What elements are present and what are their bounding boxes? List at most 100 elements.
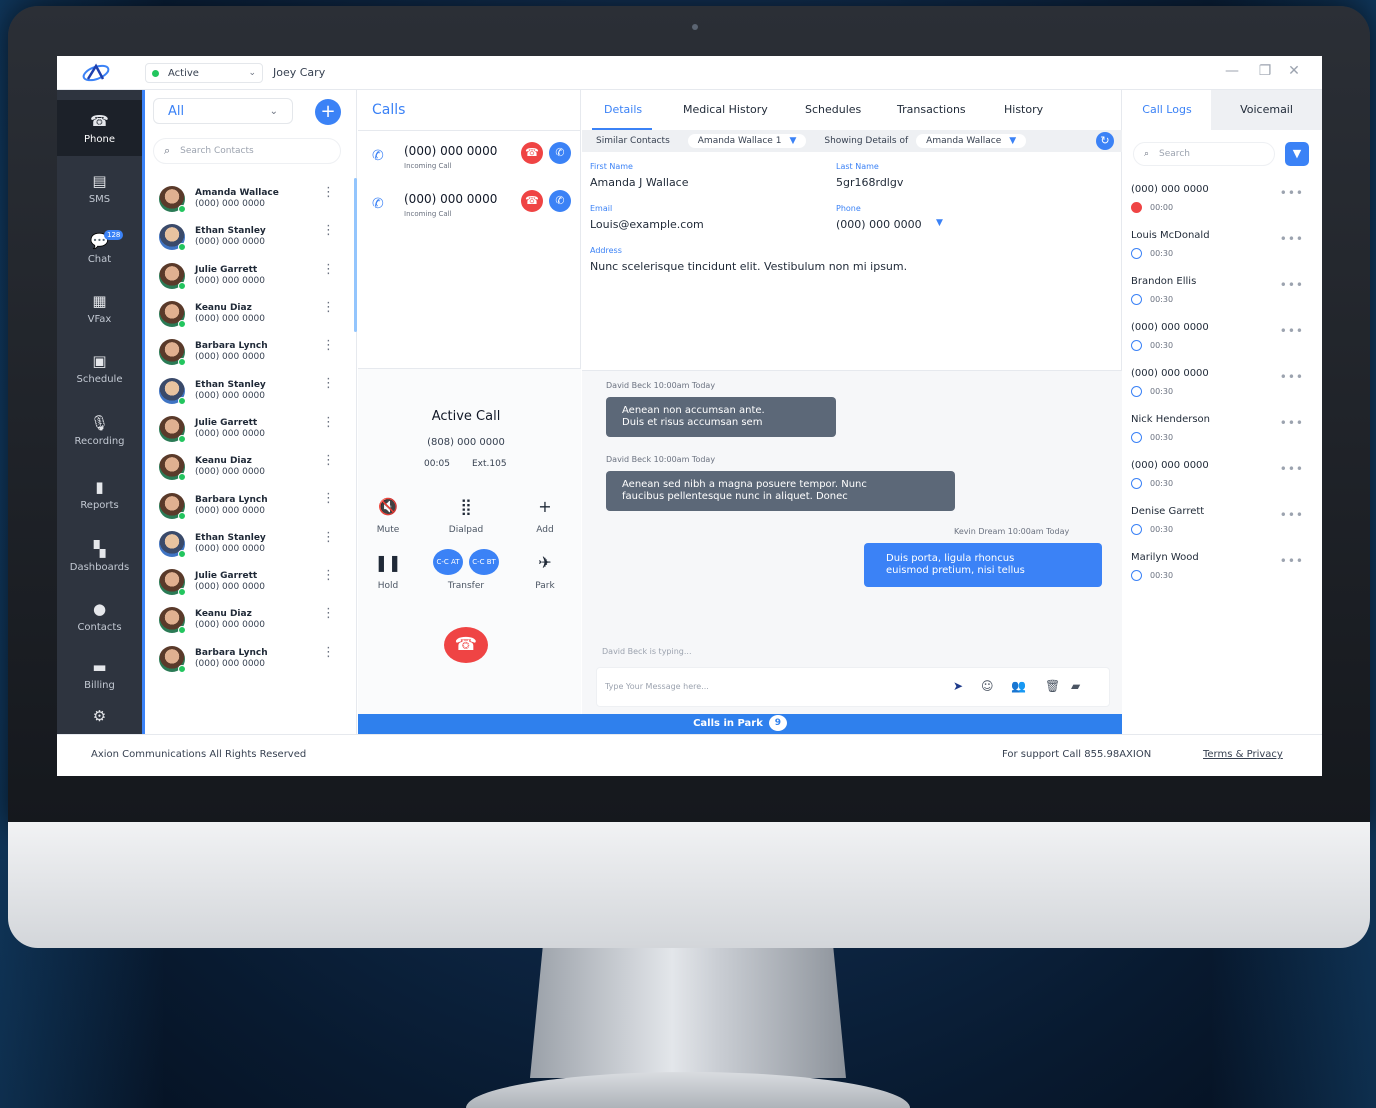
more-options-icon[interactable]: ••• <box>1280 508 1304 522</box>
minimize-button[interactable]: — <box>1222 63 1242 79</box>
attended-transfer-button[interactable]: C-C AT <box>433 549 463 575</box>
call-log-item[interactable]: (000) 000 0000 00:30 ••• <box>1123 364 1322 410</box>
park-button[interactable]: ✈ Park <box>515 553 575 591</box>
more-options-icon[interactable]: ⋮ <box>322 224 335 237</box>
more-options-icon[interactable]: ⋮ <box>322 454 335 467</box>
nav-item-sms[interactable]: ▤ SMS <box>57 160 142 216</box>
contact-row[interactable]: Ethan Stanley (000) 000 0000 ⋮ <box>145 371 357 409</box>
call-log-item[interactable]: Denise Garrett 00:30 ••• <box>1123 502 1322 548</box>
contact-filter-select[interactable]: All ⌄ <box>153 98 293 124</box>
nav-item-dashboards[interactable]: ▚ Dashboards <box>57 528 142 584</box>
more-options-icon[interactable]: ⋮ <box>322 339 335 352</box>
decline-call-button[interactable]: ☎ <box>521 142 543 164</box>
contact-row[interactable]: Keanu Diaz (000) 000 0000 ⋮ <box>145 601 357 639</box>
more-options-icon[interactable]: ⋮ <box>322 569 335 582</box>
more-options-icon[interactable]: ⋮ <box>322 186 335 199</box>
add-contact-button[interactable]: + <box>315 99 341 125</box>
contact-row[interactable]: Barbara Lynch (000) 000 0000 ⋮ <box>145 486 357 524</box>
nav-item-phone[interactable]: ☎ Phone <box>57 100 142 156</box>
more-options-icon[interactable]: ••• <box>1280 416 1304 430</box>
nav-item-schedule[interactable]: ▣ Schedule <box>57 340 142 396</box>
incoming-call-card[interactable]: ✆ (000) 000 0000 Incoming Call ☎ ✆ <box>358 134 581 182</box>
tab-details[interactable]: Details <box>604 103 642 116</box>
search-contacts-input[interactable]: ⌕ Search Contacts <box>153 138 341 164</box>
emoji-icon[interactable]: ☺ <box>981 679 994 693</box>
call-log-item[interactable]: Marilyn Wood 00:30 ••• <box>1123 548 1322 594</box>
contact-row[interactable]: Julie Garrett (000) 000 0000 ⋮ <box>145 563 357 601</box>
mute-button[interactable]: 🔇 Mute <box>358 497 418 535</box>
refresh-icon[interactable]: ↻ <box>1096 132 1114 150</box>
details-tabs: Details Medical History Schedules Transa… <box>582 90 1122 130</box>
more-options-icon[interactable]: ••• <box>1280 462 1304 476</box>
more-options-icon[interactable]: ⋮ <box>322 607 335 620</box>
message-composer[interactable]: Type Your Message here... ➤ ☺ 👥 🗑 ▰ <box>596 667 1110 707</box>
call-log-item[interactable]: Brandon Ellis 00:30 ••• <box>1123 272 1322 318</box>
more-options-icon[interactable]: ••• <box>1280 324 1304 338</box>
tab-medical-history[interactable]: Medical History <box>683 103 768 116</box>
call-log-item[interactable]: (000) 000 0000 00:30 ••• <box>1123 456 1322 502</box>
nav-item-settings[interactable]: ⚙ <box>57 702 142 734</box>
nav-item-reports[interactable]: ▮ Reports <box>57 466 142 522</box>
contact-row[interactable]: Ethan Stanley (000) 000 0000 ⋮ <box>145 218 357 256</box>
clock-icon <box>1131 340 1142 351</box>
more-options-icon[interactable]: ⋮ <box>322 531 335 544</box>
more-options-icon[interactable]: ⋮ <box>322 301 335 314</box>
call-log-item[interactable]: Louis McDonald 00:30 ••• <box>1123 226 1322 272</box>
more-options-icon[interactable]: ••• <box>1280 554 1304 568</box>
call-log-item[interactable]: (000) 000 0000 00:00 ••• <box>1123 180 1322 226</box>
tab-transactions[interactable]: Transactions <box>897 103 966 116</box>
more-options-icon[interactable]: ••• <box>1280 186 1304 200</box>
call-log-item[interactable]: (000) 000 0000 00:30 ••• <box>1123 318 1322 364</box>
restore-button[interactable]: ❐ <box>1255 63 1275 79</box>
nav-item-chat[interactable]: 💬 128 Chat <box>57 220 142 276</box>
more-options-icon[interactable]: ⋮ <box>322 492 335 505</box>
phone-dropdown-icon[interactable]: ▼ <box>936 218 943 228</box>
contact-row[interactable]: Julie Garrett (000) 000 0000 ⋮ <box>145 410 357 448</box>
contact-row[interactable]: Keanu Diaz (000) 000 0000 ⋮ <box>145 448 357 486</box>
filter-icon[interactable]: ▼ <box>1285 142 1309 166</box>
more-options-icon[interactable]: ⋮ <box>322 646 335 659</box>
decline-call-button[interactable]: ☎ <box>521 190 543 212</box>
send-icon[interactable]: ➤ <box>953 679 963 693</box>
incoming-call-card[interactable]: ✆ (000) 000 0000 Incoming Call ☎ ✆ <box>358 182 581 230</box>
trash-icon[interactable]: 🗑 <box>1045 679 1060 693</box>
chat-bubbles-icon[interactable]: ▰ <box>1071 679 1080 693</box>
contact-row[interactable]: Ethan Stanley (000) 000 0000 ⋮ <box>145 525 357 563</box>
blind-transfer-button[interactable]: C-C BT <box>469 549 499 575</box>
answer-call-button[interactable]: ✆ <box>549 142 571 164</box>
more-options-icon[interactable]: ••• <box>1280 370 1304 384</box>
more-options-icon[interactable]: ••• <box>1280 232 1304 246</box>
contact-row[interactable]: Amanda Wallace (000) 000 0000 ⋮ <box>145 180 357 218</box>
presence-status-select[interactable]: Active ⌄ <box>145 63 263 83</box>
call-log-search-input[interactable]: ⌕ Search <box>1133 142 1275 166</box>
similar-contacts-select[interactable]: Amanda Wallace 1 ▼ <box>687 134 807 148</box>
nav-item-vfax[interactable]: ▦ VFax <box>57 280 142 336</box>
contact-row[interactable]: Barbara Lynch (000) 000 0000 ⋮ <box>145 333 357 371</box>
more-options-icon[interactable]: ••• <box>1280 278 1304 292</box>
terms-privacy-link[interactable]: Terms & Privacy <box>1203 749 1283 760</box>
contact-row[interactable]: Barbara Lynch (000) 000 0000 ⋮ <box>145 640 357 678</box>
contact-row[interactable]: Keanu Diaz (000) 000 0000 ⋮ <box>145 295 357 333</box>
group-icon[interactable]: 👥 <box>1011 679 1026 693</box>
calls-in-park-bar[interactable]: Calls in Park 9 <box>358 714 1122 734</box>
nav-item-contacts[interactable]: ● Contacts <box>57 588 142 644</box>
call-log-item[interactable]: Nick Henderson 00:30 ••• <box>1123 410 1322 456</box>
more-options-icon[interactable]: ⋮ <box>322 416 335 429</box>
nav-item-recording[interactable]: 🎙 Recording <box>57 402 142 458</box>
nav-item-billing[interactable]: ▬ Billing <box>57 646 142 702</box>
add-call-button[interactable]: + Add <box>515 497 575 535</box>
showing-details-select[interactable]: Amanda Wallace ▼ <box>916 134 1027 148</box>
tab-schedules[interactable]: Schedules <box>805 103 861 116</box>
tab-voicemail[interactable]: Voicemail <box>1211 90 1322 130</box>
contacts-scrollbar[interactable] <box>354 178 357 332</box>
more-options-icon[interactable]: ⋮ <box>322 263 335 276</box>
tab-history[interactable]: History <box>1004 103 1043 116</box>
more-options-icon[interactable]: ⋮ <box>322 377 335 390</box>
dialpad-button[interactable]: ⣿ Dialpad <box>436 497 496 535</box>
answer-call-button[interactable]: ✆ <box>549 190 571 212</box>
tab-call-logs[interactable]: Call Logs <box>1123 90 1211 130</box>
hold-button[interactable]: ❚❚ Hold <box>358 553 418 591</box>
close-button[interactable]: ✕ <box>1284 63 1304 79</box>
end-call-button[interactable]: ☎ <box>444 627 488 663</box>
contact-row[interactable]: Julie Garrett (000) 000 0000 ⋮ <box>145 257 357 295</box>
